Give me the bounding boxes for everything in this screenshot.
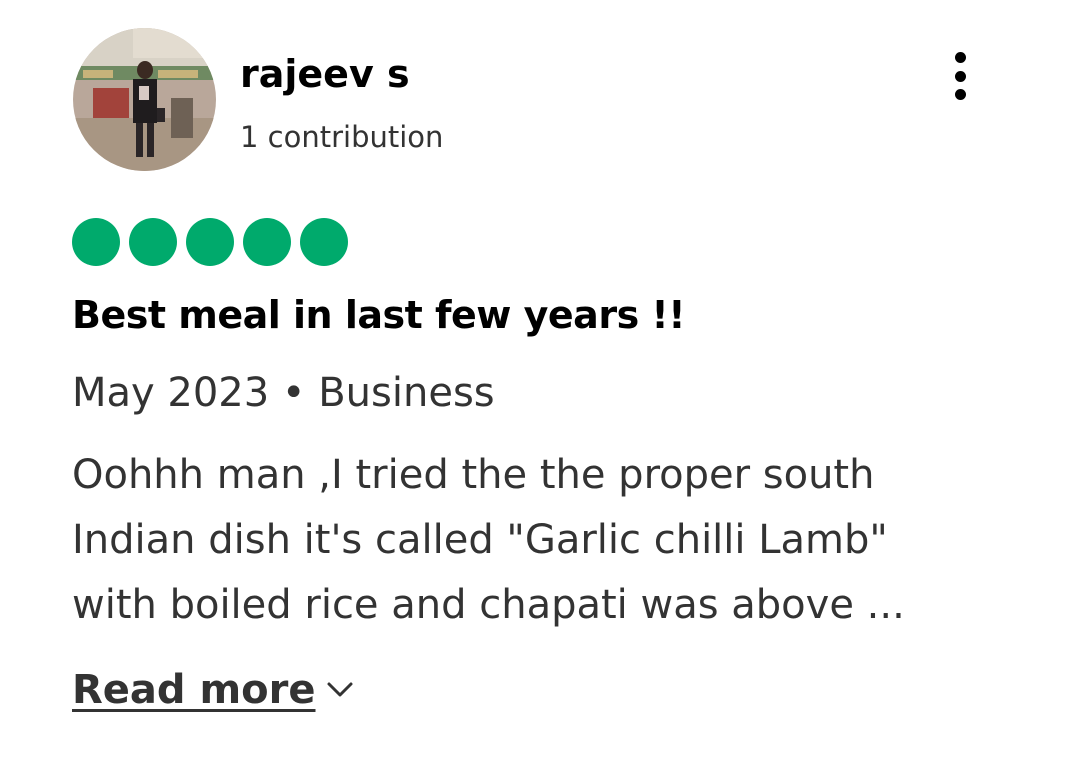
- user-name[interactable]: rajeev s: [240, 50, 410, 98]
- visit-date-and-type: May 2023 • Business: [72, 370, 495, 416]
- review-title: Best meal in last few years !!: [72, 293, 686, 337]
- review-text-line: Indian dish it's called "Garlic chilli L…: [72, 517, 888, 563]
- more-options-button[interactable]: [938, 48, 982, 104]
- read-more-button[interactable]: Read more: [72, 664, 354, 716]
- avatar-photo-icon: [73, 28, 216, 171]
- contribution-count: 1 contribution: [240, 120, 444, 154]
- review-card: rajeev s 1 contribution Best meal in las…: [0, 0, 1080, 758]
- rating-bubble-icon: [72, 218, 120, 266]
- rating-bubble-icon: [243, 218, 291, 266]
- review-text: Oohhh man ,I tried the the proper south …: [72, 443, 992, 638]
- read-more-label: Read more: [72, 667, 316, 713]
- review-text-line: with boiled rice and chapati was above .…: [72, 582, 905, 628]
- rating-bubble-icon: [129, 218, 177, 266]
- rating-bubbles: [72, 218, 348, 266]
- chevron-down-icon: [326, 681, 354, 699]
- user-avatar[interactable]: [73, 28, 216, 171]
- rating-bubble-icon: [186, 218, 234, 266]
- rating-bubble-icon: [300, 218, 348, 266]
- review-text-line: Oohhh man ,I tried the the proper south: [72, 452, 875, 498]
- more-vertical-icon: [954, 52, 966, 63]
